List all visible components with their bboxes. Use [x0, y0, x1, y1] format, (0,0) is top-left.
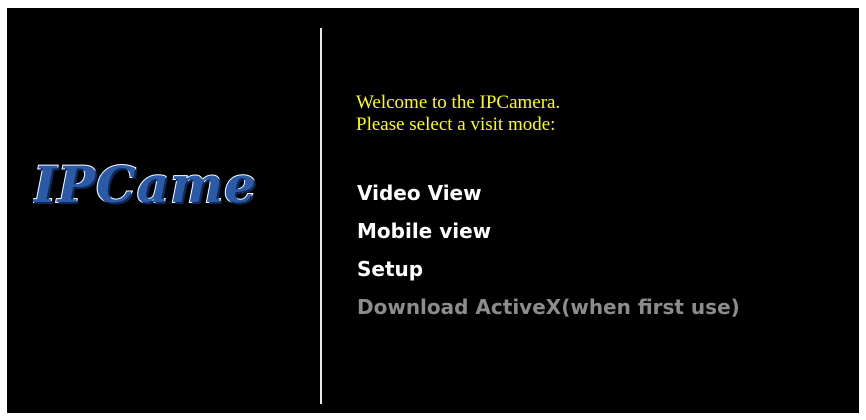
- menu-item-video-view: Video View: [357, 174, 740, 212]
- welcome-message: Welcome to the IPCamera. Please select a…: [356, 92, 560, 136]
- login-panel: IPCame Welcome to the IPCamera. Please s…: [7, 8, 859, 413]
- menu-item-mobile-view: Mobile view: [357, 212, 740, 250]
- visit-mode-menu: Video View Mobile view Setup Download Ac…: [357, 174, 740, 326]
- welcome-line: Welcome to the IPCamera.: [356, 92, 561, 113]
- download-activex-link[interactable]: Download ActiveX(when first use): [357, 295, 740, 319]
- setup-link[interactable]: Setup: [357, 257, 423, 281]
- menu-item-setup: Setup: [357, 250, 740, 288]
- instruction-line: Please select a visit mode:: [356, 114, 556, 135]
- ipcamera-logo: IPCame: [33, 154, 257, 215]
- logo-area: IPCame: [7, 8, 320, 413]
- menu-item-download-activex: Download ActiveX(when first use): [357, 288, 740, 326]
- video-view-link[interactable]: Video View: [357, 181, 482, 205]
- mobile-view-link[interactable]: Mobile view: [357, 219, 491, 243]
- vertical-divider: [320, 28, 322, 404]
